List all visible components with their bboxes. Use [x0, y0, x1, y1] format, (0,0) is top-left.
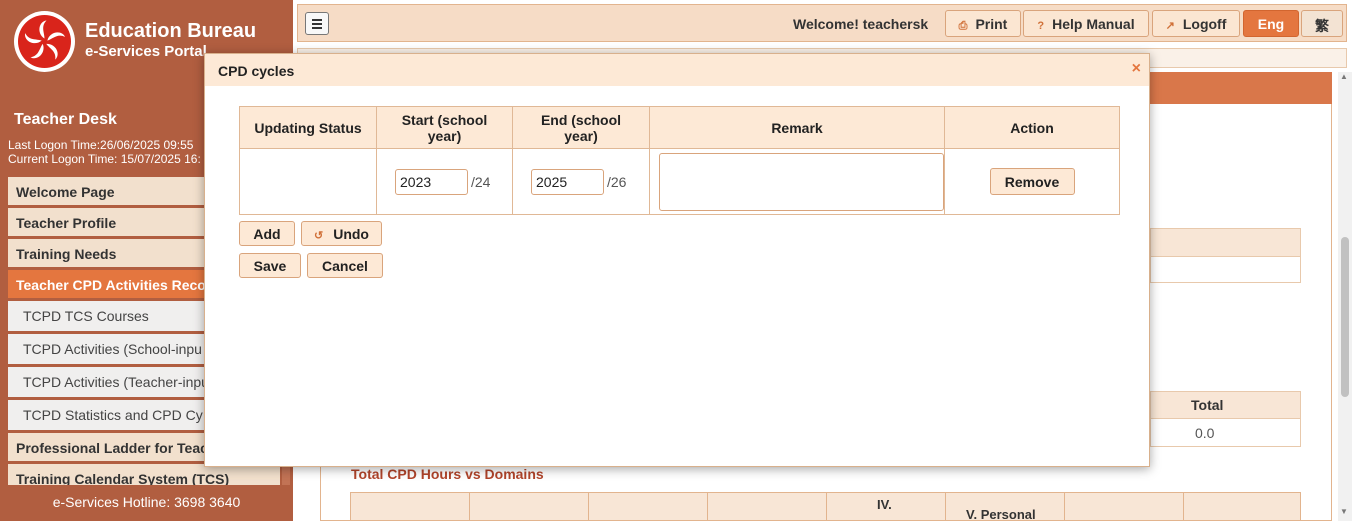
logoff-icon: ↗: [1165, 20, 1175, 32]
bureau-name: Education Bureau: [85, 20, 257, 42]
current-logon-time: Current Logon Time: 15/07/2025 16:: [8, 152, 201, 166]
portal-name: e-Services Portal: [85, 43, 207, 60]
page-scrollbar-thumb[interactable]: [1341, 237, 1349, 397]
bg-total-row: [1150, 418, 1301, 447]
help-label: Help Manual: [1052, 16, 1135, 32]
column-header-action: Action: [944, 106, 1120, 149]
remark-textarea[interactable]: [659, 152, 944, 211]
bg-table-row: [1150, 256, 1301, 283]
bg-total-header: [1150, 391, 1301, 419]
total-column-header: Total: [1191, 397, 1224, 413]
hotline-text: e-Services Hotline: 3698 3640: [0, 485, 293, 521]
page-scrollbar[interactable]: ▲ ▼: [1338, 72, 1352, 521]
cpd-hours-domains-title: Total CPD Hours vs Domains: [351, 466, 544, 482]
print-label: Print: [975, 16, 1008, 32]
logoff-button[interactable]: ↗ Logoff: [1152, 10, 1240, 37]
cpd-cycles-dialog: CPD cycles × Updating Status Start (scho…: [204, 53, 1150, 467]
add-button[interactable]: Add: [239, 221, 295, 246]
last-logon-time: Last Logon Time:26/06/2025 09:55: [8, 138, 194, 152]
logoff-label: Logoff: [1182, 16, 1227, 32]
hksar-emblem-icon: [14, 11, 75, 72]
start-year-suffix: /24: [471, 173, 491, 190]
remove-button[interactable]: Remove: [989, 168, 1075, 195]
bg-table-header: [1150, 228, 1301, 257]
menu-toggle-button[interactable]: [305, 12, 329, 35]
column-header-start-year: Start (school year): [376, 106, 513, 149]
total-value: 0.0: [1195, 425, 1215, 441]
scroll-up-icon[interactable]: ▲: [1340, 72, 1348, 81]
sidebar-item-training-calendar[interactable]: Training Calendar System (TCS): [8, 464, 280, 485]
action-cell: Remove: [944, 148, 1120, 215]
start-year-cell: /24: [376, 148, 513, 215]
end-year-input[interactable]: [531, 168, 604, 195]
traditional-chinese-button[interactable]: 繁: [1301, 10, 1343, 37]
start-year-input[interactable]: [395, 168, 468, 195]
domains-table-header: [350, 492, 1301, 521]
undo-icon: ↺: [314, 230, 324, 242]
close-icon[interactable]: ×: [1132, 60, 1141, 78]
save-button[interactable]: Save: [239, 253, 301, 278]
dialog-title: CPD cycles: [218, 63, 295, 79]
end-year-cell: /26: [512, 148, 650, 215]
domain-column-iv: IV.: [877, 497, 892, 512]
undo-button[interactable]: ↺ Undo: [301, 221, 382, 246]
column-header-updating-status: Updating Status: [239, 106, 377, 149]
english-language-button[interactable]: Eng: [1243, 10, 1299, 37]
help-manual-button[interactable]: ? Help Manual: [1023, 10, 1149, 37]
dialog-header: CPD cycles ×: [205, 54, 1149, 86]
end-year-suffix: /26: [607, 173, 627, 190]
remark-cell: [649, 148, 945, 215]
cpd-cycles-table: Updating Status Start (school year) End …: [239, 106, 1120, 215]
top-bar: Welcome! teachersk ⎙ Print ? Help Manual ↗…: [297, 4, 1347, 42]
column-header-end-year: End (school year): [512, 106, 650, 149]
printer-icon: ⎙: [958, 20, 968, 32]
domain-column-v: V. Personal: [966, 507, 1036, 521]
welcome-text: Welcome! teachersk: [793, 16, 929, 32]
teacher-desk-title: Teacher Desk: [14, 111, 117, 128]
scroll-down-icon[interactable]: ▼: [1340, 507, 1348, 516]
print-button[interactable]: ⎙ Print: [945, 10, 1021, 37]
undo-label: Undo: [333, 226, 369, 242]
question-icon: ?: [1037, 20, 1045, 32]
table-row: /24 /26 Remove: [239, 148, 1120, 215]
cancel-button[interactable]: Cancel: [307, 253, 383, 278]
updating-status-cell: [239, 148, 377, 215]
column-header-remark: Remark: [649, 106, 945, 149]
